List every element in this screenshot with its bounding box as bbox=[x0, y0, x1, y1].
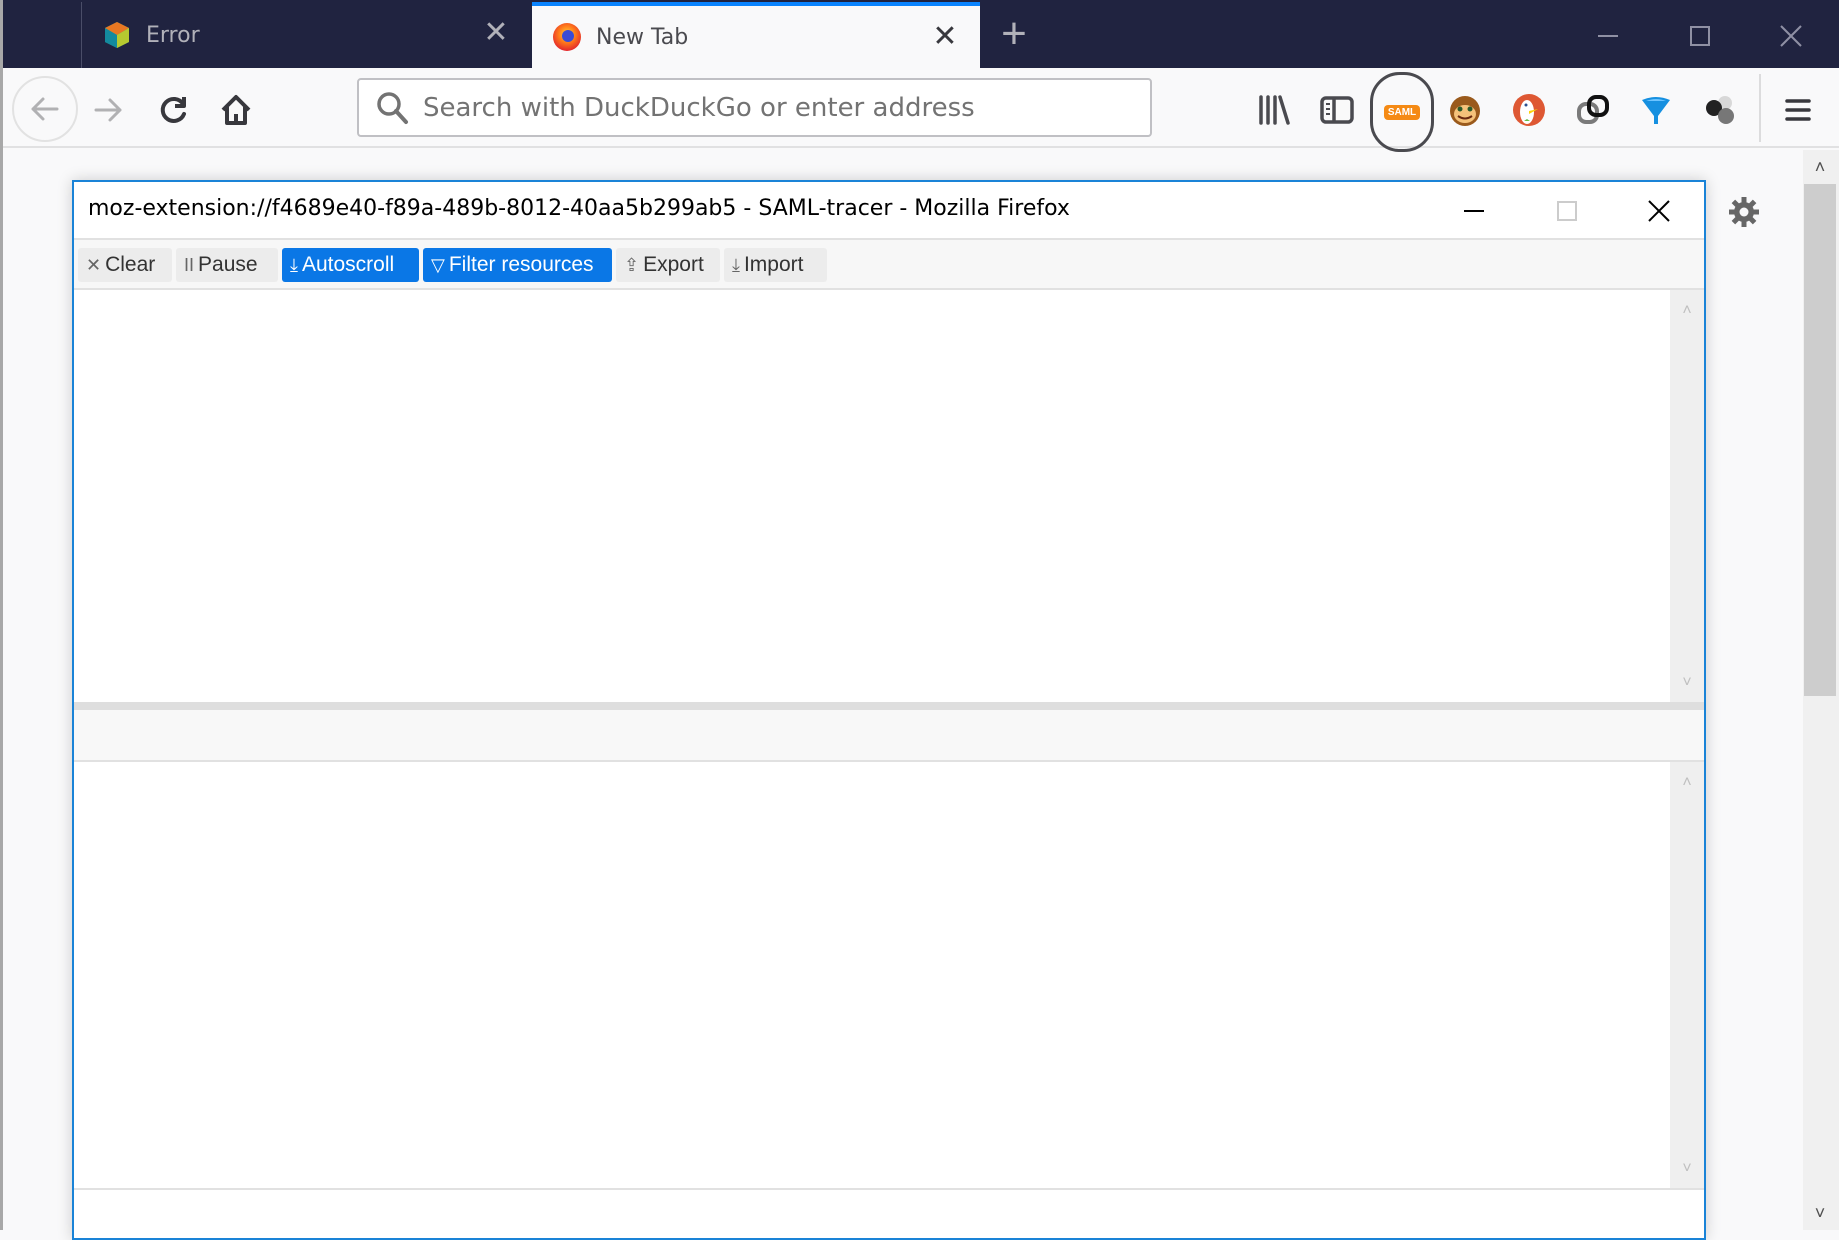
export-label: Export bbox=[643, 253, 704, 276]
pause-label: Pause bbox=[198, 253, 258, 276]
settings-button[interactable] bbox=[1722, 190, 1766, 234]
popup-maximize-button[interactable] bbox=[1543, 190, 1589, 232]
scroll-up-icon[interactable]: ˄ bbox=[1670, 296, 1704, 326]
scroll-down-icon[interactable]: ˅ bbox=[1670, 1154, 1704, 1184]
divider bbox=[74, 1188, 1704, 1190]
popup-title-bar: moz-extension://f4689e40-f89a-489b-8012-… bbox=[74, 182, 1704, 240]
sidebar-button[interactable] bbox=[1315, 88, 1359, 132]
minimize-icon bbox=[1464, 210, 1484, 212]
close-icon bbox=[1780, 25, 1802, 47]
request-detail-pane[interactable]: ˄ ˅ bbox=[74, 762, 1704, 1188]
upload-icon: ⇪ bbox=[624, 254, 640, 275]
scroll-up-icon[interactable]: ˄ bbox=[1670, 768, 1704, 798]
filter-label: Filter resources bbox=[448, 253, 594, 276]
link-icon bbox=[1577, 95, 1609, 124]
scroll-down-icon[interactable]: ˅ bbox=[1803, 1196, 1837, 1230]
window-left-edge bbox=[0, 0, 3, 1230]
popup-minimize-button[interactable] bbox=[1451, 190, 1497, 232]
request-list-scrollbar[interactable]: ˄ ˅ bbox=[1670, 290, 1704, 702]
import-label: Import bbox=[743, 253, 804, 276]
pane-splitter[interactable] bbox=[74, 702, 1704, 710]
tab-title: Error bbox=[146, 22, 200, 48]
new-tab-button[interactable]: + bbox=[992, 12, 1036, 58]
pause-icon: II bbox=[184, 254, 195, 275]
funnel-icon bbox=[1642, 97, 1670, 124]
download-icon: ⤓ bbox=[732, 254, 740, 275]
toolbar-separator bbox=[1759, 74, 1761, 142]
window-maximize-button[interactable] bbox=[1675, 14, 1725, 58]
home-button[interactable] bbox=[208, 82, 264, 138]
saml-toolbar: ✕ Clear II Pause ⤓ Autoscroll ▽ Filter r… bbox=[74, 240, 1704, 290]
autoscroll-label: Autoscroll bbox=[301, 253, 395, 276]
maximize-icon bbox=[1690, 26, 1710, 46]
clear-button[interactable]: ✕ Clear bbox=[78, 248, 172, 282]
scrollbar-thumb[interactable] bbox=[1804, 184, 1836, 696]
balls-button[interactable] bbox=[1698, 88, 1742, 132]
close-tab-icon[interactable]: ✕ bbox=[481, 18, 511, 48]
close-tab-icon[interactable]: ✕ bbox=[930, 22, 960, 52]
tab-new-tab[interactable]: New Tab ✕ bbox=[532, 2, 980, 68]
arrow-right-icon bbox=[94, 98, 122, 122]
window-close-button[interactable] bbox=[1766, 14, 1816, 58]
page-scrollbar[interactable]: ˄ ˅ bbox=[1803, 150, 1839, 1230]
search-icon bbox=[377, 91, 408, 124]
window-minimize-button[interactable] bbox=[1583, 14, 1633, 58]
clear-label: Clear bbox=[105, 253, 156, 276]
tab-title: New Tab bbox=[596, 24, 689, 50]
saml-tracer-icon: SAML bbox=[1383, 104, 1421, 120]
forward-button[interactable] bbox=[80, 82, 136, 138]
hamburger-menu-icon bbox=[1785, 99, 1811, 121]
home-icon bbox=[221, 95, 251, 125]
maximize-icon bbox=[1557, 201, 1577, 221]
export-button[interactable]: ⇪ Export bbox=[616, 248, 720, 282]
firefox-icon bbox=[553, 23, 581, 51]
greasemonkey-icon bbox=[1450, 96, 1480, 126]
duckduckgo-icon bbox=[1513, 94, 1545, 126]
reload-icon bbox=[160, 96, 186, 123]
reload-button[interactable] bbox=[146, 82, 202, 138]
popup-title: moz-extension://f4689e40-f89a-489b-8012-… bbox=[88, 196, 1070, 221]
open-menu-button[interactable] bbox=[1776, 88, 1820, 132]
saml-tracer-window: moz-extension://f4689e40-f89a-489b-8012-… bbox=[72, 180, 1706, 1240]
scroll-down-icon[interactable]: ˅ bbox=[1670, 668, 1704, 698]
multicolor-cube-icon bbox=[105, 22, 129, 48]
funnel-button[interactable] bbox=[1634, 88, 1678, 132]
autoscroll-toggle[interactable]: ⤓ Autoscroll bbox=[282, 248, 419, 282]
balls-icon bbox=[1706, 96, 1734, 124]
download-arrow-icon: ⤓ bbox=[290, 254, 298, 275]
arrow-left-icon bbox=[31, 97, 59, 121]
request-list[interactable]: ˄ ˅ bbox=[74, 290, 1704, 702]
tab-error[interactable]: Error ✕ bbox=[81, 2, 531, 68]
greasemonkey-button[interactable] bbox=[1443, 88, 1487, 132]
link-button[interactable] bbox=[1571, 88, 1615, 132]
sidebar-icon bbox=[1320, 96, 1354, 124]
scroll-up-icon[interactable]: ˄ bbox=[1803, 150, 1837, 184]
pause-button[interactable]: II Pause bbox=[176, 248, 278, 282]
library-button[interactable] bbox=[1252, 88, 1296, 132]
saml-tracer-button[interactable]: SAML bbox=[1370, 72, 1434, 152]
filter-icon: ▽ bbox=[431, 254, 445, 275]
popup-close-button[interactable] bbox=[1636, 190, 1682, 232]
minimize-icon bbox=[1598, 35, 1618, 37]
address-bar[interactable] bbox=[357, 78, 1152, 137]
import-button[interactable]: ⤓ Import bbox=[724, 248, 827, 282]
detail-pane-scrollbar[interactable]: ˄ ˅ bbox=[1670, 762, 1704, 1188]
filter-resources-toggle[interactable]: ▽ Filter resources bbox=[423, 248, 612, 282]
clear-icon: ✕ bbox=[86, 254, 102, 275]
gear-icon bbox=[1729, 197, 1759, 227]
library-icon bbox=[1259, 95, 1290, 125]
close-icon bbox=[1648, 200, 1670, 222]
url-input[interactable] bbox=[421, 91, 1150, 124]
back-button[interactable] bbox=[12, 76, 78, 142]
duckduckgo-button[interactable] bbox=[1507, 88, 1551, 132]
detail-tab-bar bbox=[74, 710, 1704, 762]
